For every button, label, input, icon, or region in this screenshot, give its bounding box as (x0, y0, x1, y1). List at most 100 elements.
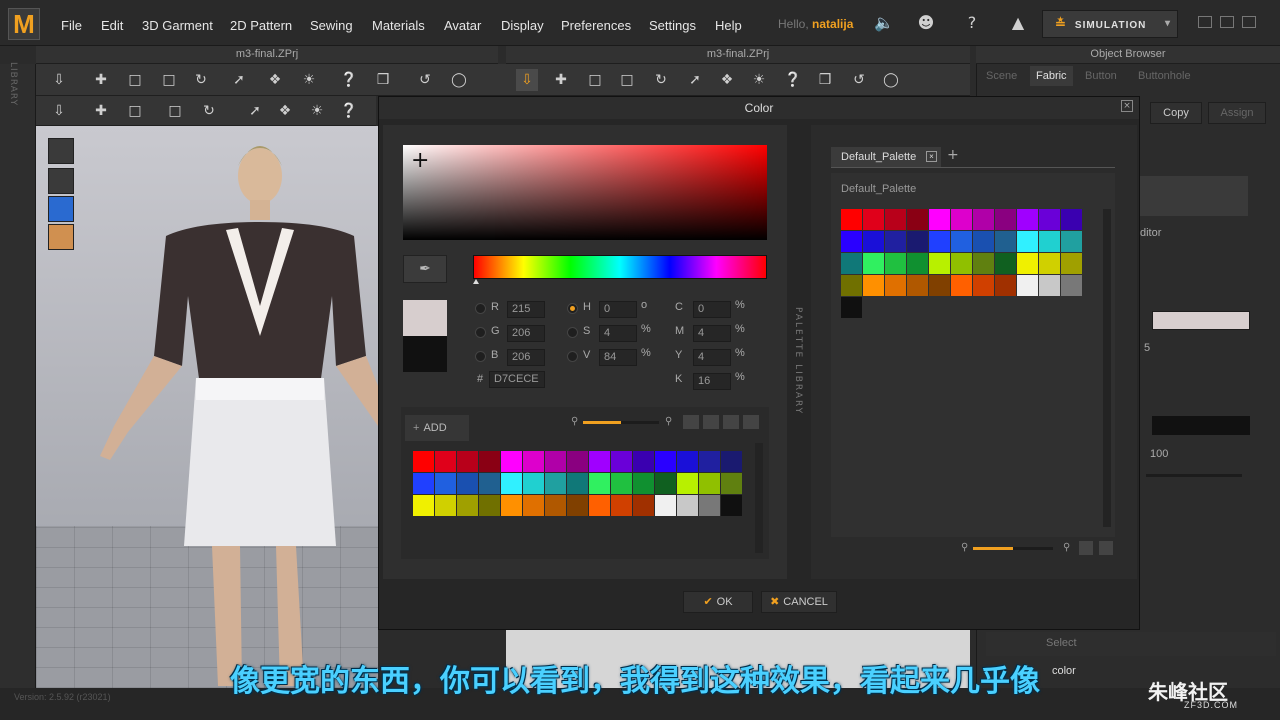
palette-swatch[interactable] (885, 209, 906, 230)
palette-swatch[interactable] (1061, 253, 1082, 274)
t3d2-tool-icon-2[interactable]: □ (124, 100, 146, 122)
t3d2-tool-icon-1[interactable]: ✚ (90, 100, 112, 122)
t3d2-tool-icon-0[interactable]: ⇩ (48, 100, 70, 122)
palette-swatch[interactable] (973, 253, 994, 274)
t2d-tool-icon-3[interactable]: □ (616, 69, 638, 91)
k-input[interactable]: 16 (693, 373, 731, 390)
minimize-icon[interactable] (1198, 16, 1212, 28)
custom-swatch[interactable] (677, 473, 698, 494)
custom-swatch[interactable] (523, 473, 544, 494)
palette-swatch[interactable] (841, 275, 862, 296)
menu-settings[interactable]: Settings (649, 18, 696, 33)
t3d2-tool-icon-8[interactable]: ❔ (338, 100, 360, 122)
t3d-tool-icon-5[interactable]: ➚ (228, 69, 250, 91)
list-view-icon[interactable] (743, 415, 759, 429)
close-icon[interactable] (1242, 16, 1256, 28)
custom-swatch[interactable] (457, 473, 478, 494)
custom-swatch[interactable] (545, 473, 566, 494)
palette-swatch[interactable] (929, 209, 950, 230)
custom-swatch[interactable] (611, 495, 632, 516)
custom-swatch[interactable] (435, 495, 456, 516)
folder-icon[interactable] (683, 415, 699, 429)
custom-swatch[interactable] (457, 495, 478, 516)
radio-v[interactable] (567, 351, 578, 362)
t3d-tool-icon-6[interactable]: ❖ (264, 69, 286, 91)
t3d2-tool-icon-5[interactable]: ➚ (244, 100, 266, 122)
t2d-tool-icon-7[interactable]: ☀ (748, 69, 770, 91)
palette-swatch[interactable] (841, 253, 862, 274)
tab-2d-window[interactable]: m3-final.ZPrj (506, 46, 970, 64)
palette-list-icon[interactable] (1099, 541, 1113, 555)
t2d-tool-icon-10[interactable]: ↺ (848, 69, 870, 91)
add-palette-icon[interactable]: + (947, 147, 959, 163)
palette-swatch[interactable] (841, 209, 862, 230)
custom-swatch[interactable] (413, 451, 434, 472)
palette-scrollbar[interactable] (1103, 209, 1111, 527)
hue-slider[interactable] (473, 255, 767, 279)
palette-swatch[interactable] (907, 275, 928, 296)
r-input[interactable]: 215 (507, 301, 545, 318)
menu-preferences[interactable]: Preferences (561, 18, 631, 33)
custom-swatch[interactable] (633, 451, 654, 472)
palette-swatch[interactable] (995, 231, 1016, 252)
back-icon[interactable] (723, 415, 739, 429)
custom-swatch[interactable] (589, 495, 610, 516)
library-label[interactable]: LIBRARY (8, 62, 18, 106)
palette-swatch[interactable] (951, 253, 972, 274)
t3d2-tool-icon-6[interactable]: ❖ (274, 100, 296, 122)
t3d-tool-icon-8[interactable]: ❔ (338, 69, 360, 91)
fabric-thumbnail[interactable] (1140, 176, 1248, 216)
t3d2-tool-icon-4[interactable]: ↻ (198, 100, 220, 122)
t3d2-tool-icon-7[interactable]: ☀ (306, 100, 328, 122)
t2d-tool-icon-5[interactable]: ➚ (684, 69, 706, 91)
t3d2-tool-icon-3[interactable]: □ (164, 100, 186, 122)
custom-swatch[interactable] (699, 451, 720, 472)
custom-swatch[interactable] (655, 473, 676, 494)
radio-h[interactable] (567, 303, 578, 314)
custom-swatch[interactable] (501, 473, 522, 494)
palette-swatch[interactable] (841, 231, 862, 252)
palette-swatch[interactable] (885, 231, 906, 252)
palette-zoom-out-icon[interactable]: ⚲ (961, 543, 971, 553)
t3d-tool-icon-4[interactable]: ↻ (190, 69, 212, 91)
palette-swatch[interactable] (951, 275, 972, 296)
palette-swatch[interactable] (973, 231, 994, 252)
s-input[interactable]: 4 (599, 325, 637, 342)
palette-swatch[interactable] (907, 231, 928, 252)
palette-swatch[interactable] (929, 275, 950, 296)
y-input[interactable]: 4 (693, 349, 731, 366)
palette-swatch[interactable] (973, 209, 994, 230)
tab-buttonhole[interactable]: Buttonhole (1138, 66, 1191, 86)
palette-swatch[interactable] (841, 297, 862, 318)
t2d-tool-icon-2[interactable]: □ (584, 69, 606, 91)
palette-swatch[interactable] (863, 253, 884, 274)
fabric-view-icon[interactable] (48, 196, 74, 222)
palette-swatch[interactable] (1039, 253, 1060, 274)
palette-add-icon[interactable] (1079, 541, 1093, 555)
3d-viewport[interactable] (36, 126, 378, 688)
zoom-out-icon[interactable]: ⚲ (571, 417, 581, 427)
menu-help[interactable]: Help (715, 18, 742, 33)
palette-swatch[interactable] (1061, 275, 1082, 296)
copy-button[interactable]: Copy (1150, 102, 1202, 124)
palette-size-slider[interactable] (973, 547, 1053, 550)
palette-swatch[interactable] (885, 275, 906, 296)
palette-swatch[interactable] (1061, 231, 1082, 252)
v-input[interactable]: 84 (599, 349, 637, 366)
t3d-tool-icon-9[interactable]: ❒ (372, 69, 394, 91)
add-button[interactable]: + ADD (405, 415, 469, 441)
menu-avatar[interactable]: Avatar (444, 18, 481, 33)
tab-scene[interactable]: Scene (986, 66, 1017, 86)
ok-button[interactable]: ✔ OK (683, 591, 753, 613)
t2d-tool-icon-11[interactable]: ◯ (880, 69, 902, 91)
custom-swatch[interactable] (633, 495, 654, 516)
palette-swatch[interactable] (951, 209, 972, 230)
help-icon[interactable]: ? (962, 13, 982, 33)
custom-swatch[interactable] (721, 451, 742, 472)
palette-swatch[interactable] (1017, 275, 1038, 296)
menu-edit[interactable]: Edit (101, 18, 123, 33)
user-icon[interactable]: ☻ (916, 13, 936, 33)
palette-swatch[interactable] (929, 253, 950, 274)
custom-swatch[interactable] (501, 451, 522, 472)
cancel-button[interactable]: ✖ CANCEL (761, 591, 837, 613)
